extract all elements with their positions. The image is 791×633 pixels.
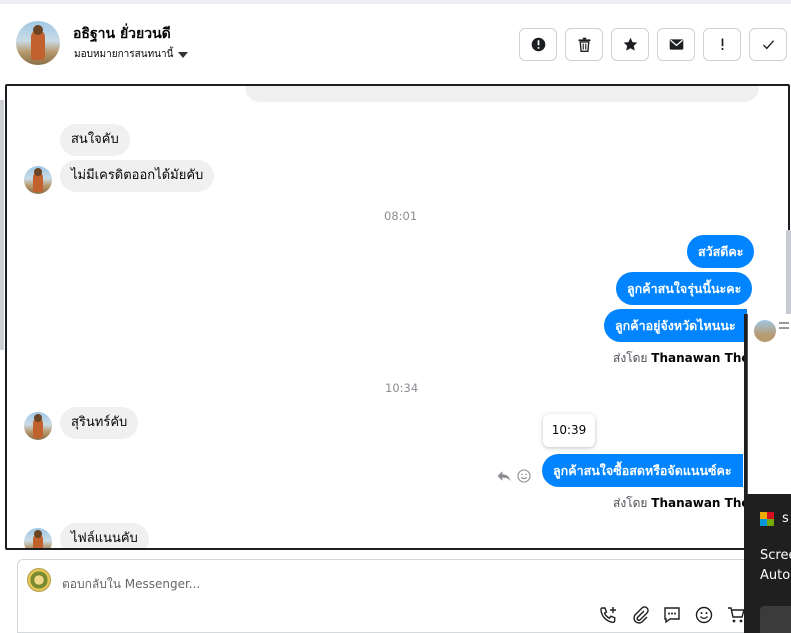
attachment-icon[interactable] xyxy=(630,605,650,625)
reply-input[interactable]: ตอบกลับใน Messenger... xyxy=(62,575,200,594)
overlay-window: s Scree Auto xyxy=(744,314,791,633)
reply-composer[interactable]: ตอบกลับใน Messenger... xyxy=(17,559,777,633)
incoming-message[interactable]: ไม่มีเครดิตออกได้มัยคับ xyxy=(60,160,215,192)
checkmark-icon xyxy=(762,40,774,50)
sent-by-label: ส่งโดย Thanawan Thon xyxy=(613,494,758,513)
outgoing-message[interactable]: ลูกค้าสนใจรุ่นนี้นะคะ xyxy=(616,272,753,305)
sent-by-prefix: ส่งโดย xyxy=(613,496,648,510)
overlay-avatar xyxy=(754,320,776,342)
overlay-text-1: Scree xyxy=(760,548,791,563)
contact-avatar[interactable] xyxy=(16,21,60,65)
page-avatar xyxy=(27,568,51,592)
conversation-thread[interactable]: สนใจคับ ไม่มีเครดิตออกได้มัยคับ 08:01 สว… xyxy=(5,84,790,550)
delete-button[interactable] xyxy=(565,28,603,61)
contact-name[interactable]: อธิฐาน ยั่วยวนดี xyxy=(73,23,171,45)
conversation-header: อธิฐาน ยั่วยวนดี มอบหมายการสนทนานี้ xyxy=(0,4,791,84)
previous-message xyxy=(245,86,759,102)
contact-avatar-small xyxy=(24,412,52,440)
outgoing-message[interactable]: สวัสดีคะ xyxy=(687,235,755,268)
saved-replies-icon[interactable] xyxy=(662,605,682,625)
emoji-react-icon[interactable] xyxy=(516,468,532,484)
timestamp: 10:34 xyxy=(385,381,419,395)
message-actions xyxy=(496,468,532,484)
trash-icon xyxy=(578,37,590,52)
assign-conversation-dropdown[interactable]: มอบหมายการสนทนานี้ xyxy=(74,47,189,62)
exclamation-icon xyxy=(721,38,723,51)
shopping-cart-icon[interactable] xyxy=(726,605,746,625)
star-button[interactable] xyxy=(611,28,649,61)
sent-by-prefix: ส่งโดย xyxy=(613,351,648,365)
spam-button[interactable] xyxy=(519,28,557,61)
incoming-message[interactable]: ไฟล์แนนคับ xyxy=(60,523,149,548)
outgoing-message[interactable]: ลูกค้าสนใจซื้อสดหรือจัดแนนซ์คะ xyxy=(542,454,743,487)
conversation-scrollbar[interactable] xyxy=(786,230,791,320)
avatar-head xyxy=(33,25,43,35)
sent-by-name: Thanawan Thon xyxy=(651,351,759,365)
incoming-message[interactable]: สนใจคับ xyxy=(60,124,130,156)
overlay-app-name: s xyxy=(782,511,789,526)
avatar-head xyxy=(34,530,42,538)
contact-avatar-small xyxy=(24,528,52,548)
assign-label: มอบหมายการสนทนานี้ xyxy=(74,49,174,60)
outgoing-message[interactable]: ลูกค้าอยู่จังหวัดไหนนะ xyxy=(604,309,747,342)
contact-avatar-small xyxy=(24,166,52,194)
sent-by-name: Thanawan Thon xyxy=(651,496,759,510)
overlay-preview-card[interactable] xyxy=(747,314,791,494)
emoji-icon[interactable] xyxy=(694,605,714,625)
mark-done-button[interactable] xyxy=(749,28,787,61)
overlay-text-2: Auto xyxy=(760,568,791,583)
app-icon xyxy=(760,512,774,526)
follow-up-button[interactable] xyxy=(703,28,741,61)
star-icon xyxy=(623,37,637,51)
alert-circle-icon xyxy=(531,37,545,52)
mark-unread-button[interactable] xyxy=(657,28,695,61)
sent-by-label: ส่งโดย Thanawan Thon xyxy=(613,349,758,368)
overlay-button[interactable] xyxy=(760,606,791,633)
header-actions xyxy=(519,28,787,61)
overlay-text-lines xyxy=(779,322,789,324)
avatar-head xyxy=(34,168,42,176)
chevron-down-icon xyxy=(178,51,189,58)
incoming-message[interactable]: สุรินทร์คับ xyxy=(60,407,139,439)
add-call-icon[interactable] xyxy=(598,605,618,625)
message-time-tooltip: 10:39 xyxy=(543,414,595,447)
reply-icon[interactable] xyxy=(496,468,512,484)
timestamp: 08:01 xyxy=(384,209,418,223)
left-panel-scrollbar[interactable] xyxy=(0,100,4,350)
composer-tools xyxy=(598,605,746,625)
avatar-head xyxy=(34,414,42,422)
envelope-icon xyxy=(669,39,683,50)
